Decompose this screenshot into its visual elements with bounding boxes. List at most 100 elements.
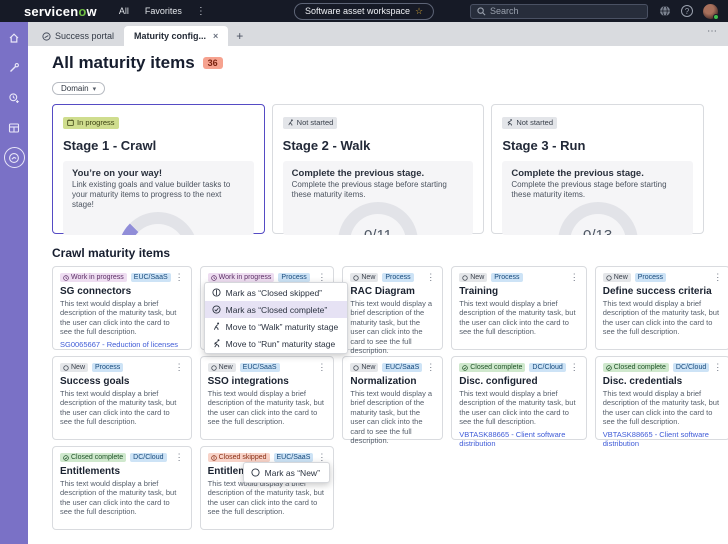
menu-item-label: Move to “Walk” maturity stage <box>225 321 339 332</box>
globe-icon[interactable] <box>658 5 671 18</box>
stage-title: Stage 3 - Run <box>502 138 586 153</box>
menu-item-label: Move to “Run” maturity stage <box>225 338 336 349</box>
stage-card-walk[interactable]: Not started Stage 2 - Walk Complete the … <box>271 104 485 235</box>
kebab-menu-icon[interactable]: ⋮ <box>317 363 326 372</box>
maturity-card-grid: Work in progress EUC/SaaS ⋮ SG connector… <box>52 266 728 530</box>
kebab-menu-icon[interactable]: ⋮ <box>317 453 326 462</box>
linked-record-link[interactable]: VBTASK88665 - Client software distributi… <box>459 430 579 449</box>
card-context-menu: Mark as “Closed skipped” Mark as “Closed… <box>203 282 349 354</box>
sidebar-item-magic-wand[interactable] <box>6 59 23 76</box>
linked-record-link[interactable]: SG0065667 - Reduction of licenses <box>60 340 184 349</box>
nav-favorites[interactable]: Favorites <box>145 6 182 16</box>
stage-status-label: Not started <box>296 118 334 127</box>
page-content: All maturity items 36 Domain ▾ In progre… <box>28 46 728 544</box>
walking-icon <box>213 322 219 331</box>
menu-item-mark-closed-skipped[interactable]: Mark as “Closed skipped” <box>205 284 348 301</box>
header-kebab-icon[interactable]: ⋮ <box>196 6 206 17</box>
skipped-circle-icon <box>210 454 217 461</box>
status-label: Closed complete <box>470 364 523 371</box>
domain-badge: EUC/SaaS <box>130 273 171 282</box>
kebab-menu-icon[interactable]: ⋮ <box>713 273 722 282</box>
tab-maturity-config[interactable]: Maturity config... × <box>124 26 229 46</box>
menu-item-mark-closed-complete[interactable]: Mark as “Closed complete” <box>204 301 348 318</box>
stage-box-title: You’re on your way! <box>72 168 163 179</box>
status-label: Closed complete <box>71 454 124 461</box>
maturity-card-entitlements[interactable]: Closed complete DC/Cloud ⋮ Entitlements … <box>52 446 192 530</box>
kebab-menu-icon[interactable]: ⋮ <box>713 363 722 372</box>
card-description: This text would display a brief descript… <box>60 299 177 337</box>
maturity-card-training[interactable]: New Process ⋮ Training This text would d… <box>451 266 587 350</box>
status-label: Closed skipped <box>218 454 267 461</box>
status-label: Work in progress <box>218 274 272 281</box>
maturity-card-disc-credentials[interactable]: Closed complete DC/Cloud ⋮ Disc. credent… <box>594 356 728 448</box>
domain-badge: Process <box>491 273 523 282</box>
maturity-card-sso-integrations[interactable]: New EUC/SaaS ⋮ SSO integrations This tex… <box>199 356 335 440</box>
kebab-menu-icon[interactable]: ⋮ <box>175 453 184 462</box>
kebab-menu-icon[interactable]: ⋮ <box>175 363 184 372</box>
header-nav: All Favorites <box>119 6 182 16</box>
maturity-card-success-goals[interactable]: New Process ⋮ Success goals This text wo… <box>52 356 192 440</box>
kebab-menu-icon[interactable]: ⋮ <box>317 273 326 282</box>
running-icon <box>507 119 513 126</box>
sidebar-item-history-add[interactable] <box>6 89 23 106</box>
gauge-label: 0/13 <box>558 227 638 235</box>
header-right: ? <box>470 3 719 20</box>
sidebar-item-home[interactable] <box>6 29 23 46</box>
maturity-card-entitlement[interactable]: Closed skipped EUC/SaaS ⋮ Entitlement Th… <box>199 446 335 530</box>
menu-item-mark-new[interactable]: Mark as “New” <box>244 464 329 481</box>
kebab-menu-icon[interactable]: ⋮ <box>175 273 184 282</box>
maturity-card-sg-connectors[interactable]: Work in progress EUC/SaaS ⋮ SG connector… <box>52 266 192 350</box>
status-badge: New <box>459 273 488 282</box>
linked-record-link[interactable]: VBTASK88665 - Client software distributi… <box>603 430 723 449</box>
status-label: New <box>613 274 628 281</box>
menu-item-move-walk[interactable]: Move to “Walk” maturity stage <box>205 318 348 335</box>
status-label: New <box>361 364 376 371</box>
close-icon[interactable]: × <box>213 31 218 41</box>
help-icon[interactable]: ? <box>681 5 693 17</box>
left-sidebar <box>0 22 28 544</box>
maturity-card-define-success-criteria[interactable]: New Process ⋮ Define success criteria Th… <box>594 266 728 350</box>
new-circle-icon <box>251 468 260 477</box>
status-label: New <box>71 364 86 371</box>
progress-gauge: 3/12 <box>118 212 199 235</box>
card-description: This text would display a brief descript… <box>459 389 576 427</box>
card-title: Success goals <box>60 376 130 387</box>
card-title: Define success criteria <box>602 286 712 297</box>
domain-badge: DC/Cloud <box>672 363 710 372</box>
search-input[interactable] <box>490 6 641 16</box>
star-icon[interactable]: ☆ <box>415 6 423 17</box>
status-badge: Closed complete <box>60 453 127 462</box>
kebab-menu-icon[interactable]: ⋮ <box>426 363 435 372</box>
maturity-card-normalization[interactable]: New EUC/SaaS ⋮ Normalization This text w… <box>342 356 444 445</box>
stage-card-run[interactable]: Not started Stage 3 - Run Complete the p… <box>491 104 704 235</box>
kebab-menu-icon[interactable]: ⋮ <box>426 273 435 282</box>
tab-label: Success portal <box>55 31 115 41</box>
card-title: SG connectors <box>60 286 132 297</box>
add-tab-button[interactable]: + <box>228 26 251 46</box>
domain-filter-dropdown[interactable]: Domain ▾ <box>52 82 106 95</box>
tab-overflow-icon[interactable]: ⋯ <box>707 26 718 37</box>
stage-status-badge: Not started <box>502 116 558 129</box>
workspace-pill[interactable]: Software asset workspace ☆ <box>293 2 435 20</box>
maturity-card-disc-configured[interactable]: Closed complete DC/Cloud ⋮ Disc. configu… <box>451 356 587 448</box>
menu-item-move-run[interactable]: Move to “Run” maturity stage <box>205 335 348 352</box>
check-circle-icon <box>462 364 468 371</box>
maturity-card-with-menu[interactable]: Work in progress Process ⋮ Mark as “Clos… <box>199 266 349 354</box>
nav-all[interactable]: All <box>119 6 129 16</box>
kebab-menu-icon[interactable]: ⋮ <box>570 273 579 282</box>
chevron-down-icon: ▾ <box>92 85 97 93</box>
tab-success-portal[interactable]: Success portal <box>32 26 124 46</box>
stage-status-label: Not started <box>516 118 554 127</box>
stage-card-crawl[interactable]: In progress Stage 1 - Crawl You’re on yo… <box>52 104 265 235</box>
sidebar-item-speedometer[interactable] <box>3 147 25 168</box>
new-circle-icon <box>353 364 359 371</box>
sidebar-item-dashboard[interactable] <box>6 119 23 136</box>
menu-item-label: Mark as “Closed complete” <box>225 304 328 315</box>
global-search[interactable] <box>470 3 648 19</box>
kebab-menu-icon[interactable]: ⋮ <box>570 363 579 372</box>
maturity-card-rac-diagram[interactable]: New Process ⋮ RAC Diagram This text woul… <box>342 266 444 355</box>
domain-badge: Process <box>92 363 124 372</box>
status-badge: Closed complete <box>459 363 526 372</box>
user-avatar[interactable] <box>703 3 719 20</box>
stage-box-desc: Complete the previous stage before start… <box>511 180 667 199</box>
